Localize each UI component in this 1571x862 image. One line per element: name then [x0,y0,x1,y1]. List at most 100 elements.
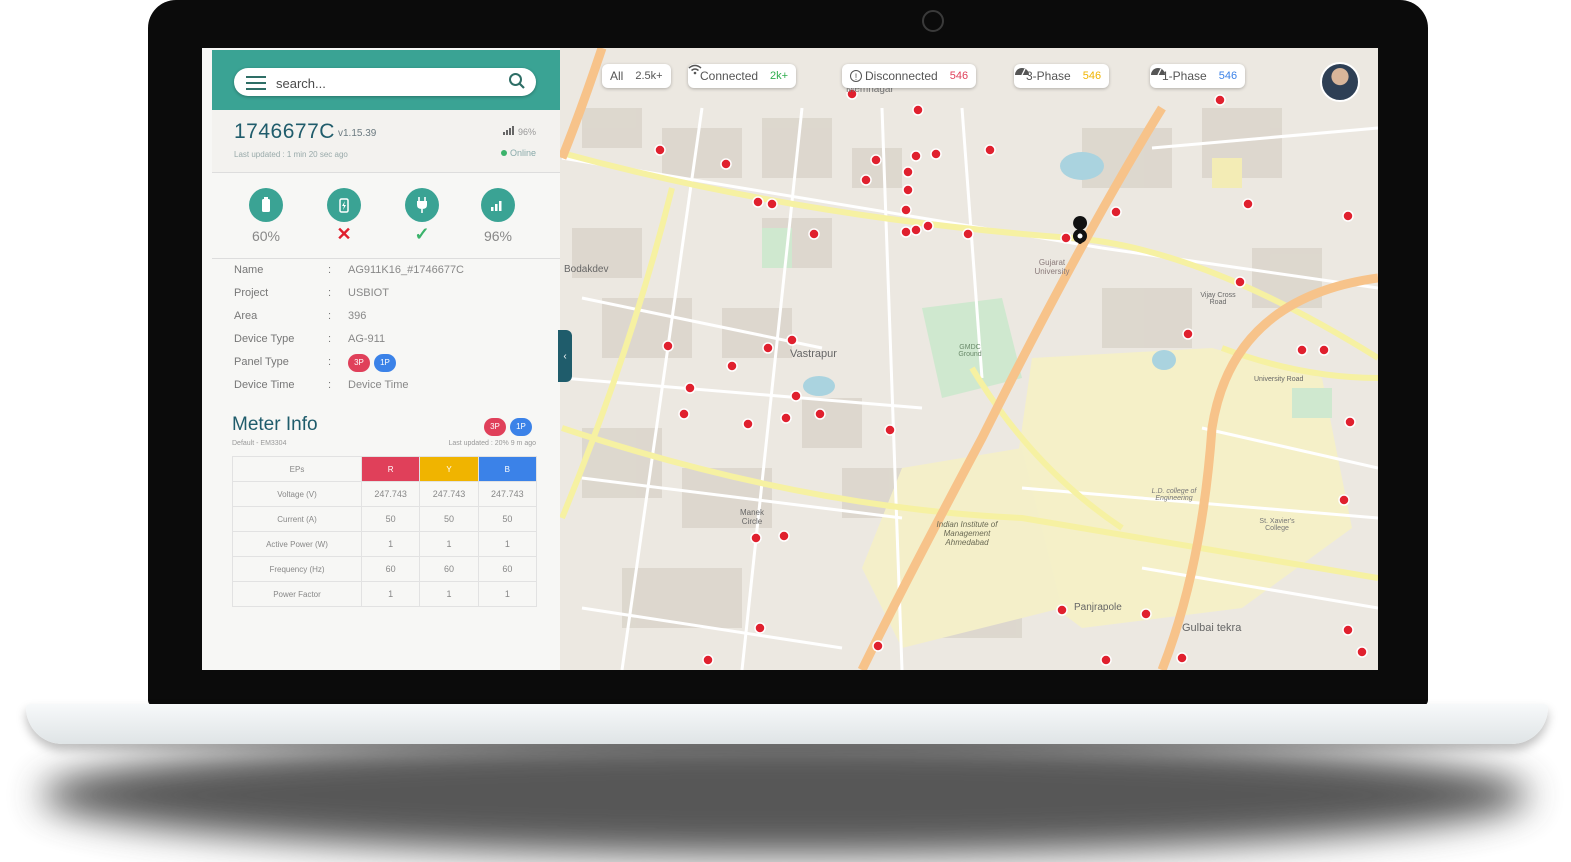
pill-1p[interactable]: 1P [374,354,396,372]
chevron-left-icon: ‹ [563,350,567,362]
search-icon[interactable] [508,72,526,95]
power-value: ✓ [414,224,430,244]
table-cell: 1 [360,531,421,557]
charging-stat: ✕ [314,188,374,245]
signal-bars-icon [503,126,515,135]
detail-value: AG911K16_#1746677C [348,264,465,276]
detail-key: Device Time [234,379,295,391]
search-input[interactable] [274,72,498,94]
laptop-base [26,704,1548,744]
table-row: Active Power (W) 1 1 1 [232,531,538,557]
battery-value: 60% [251,228,281,244]
meter-table: EPs R Y B Voltage (V) 247.743 247.743 247.7… [232,456,538,607]
signal-icon [481,188,515,222]
header-cell-b: B [477,456,538,482]
detail-key: Name [234,264,264,276]
filter-all[interactable]: All 2.5k+ [602,64,671,88]
map-label: L.D. college of Engineering [1151,488,1197,502]
table-row: Power Factor 1 1 1 [232,581,538,607]
signal-percent: 96% [483,228,513,244]
map-label: Vijay Cross Road [1200,292,1236,306]
battery-stat: 60% [236,188,296,244]
table-cell: Power Factor [232,581,362,607]
table-cell: 1 [360,581,421,607]
table-cell: Active Power (W) [232,531,362,557]
table-header: EPs R Y B [232,456,538,482]
meter-info-title: Meter Info [232,414,318,435]
table-cell: Frequency (Hz) [232,556,362,582]
signal-value: 96% [517,127,536,137]
map-label: Indian Institute of Management Ahmedabad [936,520,998,547]
meter-pill-1p[interactable]: 1P [510,418,532,436]
search-bar [234,68,536,96]
filter-connected[interactable]: Connected 2k+ [688,64,797,88]
detail-key: Area [234,310,258,322]
table-row: Frequency (Hz) 60 60 60 [232,556,538,582]
plug-icon [405,188,439,222]
online-status: Online [501,148,536,158]
meter-last-updated: Last updated : 20% 9 m ago [448,440,536,447]
meter-phase-pills: 3P 1P [484,416,536,436]
table-cell: 247.743 [477,481,538,507]
collapse-panel-button[interactable]: ‹ [558,330,572,382]
menu-icon[interactable] [246,76,266,94]
map-label: Gulbai tekra [1182,622,1242,634]
filter-count: 2.5k+ [635,70,663,82]
map-label: Panjrapole [1074,602,1122,613]
filter-count: 2k+ [770,70,789,82]
map-label: St. Xavier's College [1259,518,1295,532]
detail-key: Device Type [234,333,295,345]
filter-count: 546 [1082,70,1102,82]
map-label: Vastrapur [790,348,837,360]
camera [922,10,944,32]
filter-1-phase[interactable]: 1-Phase 546 [1150,64,1246,88]
map-label: Bodakdev [564,264,609,275]
detail-value: AG-911 [348,333,386,345]
header-cell: EPs [232,456,362,482]
map-label: GMDC Ground [958,344,982,358]
table-cell: 60 [360,556,421,582]
table-cell: 60 [419,556,479,582]
panel-type-pills: 3P 1P [348,354,400,372]
table-cell: 50 [360,506,421,532]
table-cell: 50 [477,506,538,532]
table-cell: 60 [477,556,538,582]
table-row: Current (A) 50 50 50 [232,506,538,532]
detail-value: 396 [348,310,367,322]
filter-label: Disconnected [865,69,938,83]
table-cell: 247.743 [360,481,421,507]
filter-count: 546 [949,70,969,82]
table-cell: 247.743 [419,481,479,507]
device-id: 1746677C [234,120,335,143]
table-cell: 1 [419,581,479,607]
laptop-shadow [40,735,1530,855]
filter-3-phase[interactable]: 3-Phase 546 [1014,64,1110,88]
signal-strength: 96% [503,126,536,137]
filter-label: 3-Phase [1026,69,1071,83]
table-cell: Current (A) [232,506,362,532]
device-version: v1.15.39 [338,128,377,139]
filter-disconnected[interactable]: ! Disconnected 546 [842,64,977,88]
table-cell: Voltage (V) [232,481,362,507]
header-cell-y: Y [419,456,479,482]
info-icon: ! [850,70,862,82]
detail-key: Project [234,287,269,299]
header-cell-r: R [360,456,421,482]
pill-3p[interactable]: 3P [348,354,370,372]
signal-stat: 96% [468,188,528,244]
battery-icon [249,188,283,222]
table-cell: 50 [419,506,479,532]
meter-subtitle: Default - EM3304 [232,440,287,447]
avatar[interactable] [1320,62,1360,102]
meter-pill-3p[interactable]: 3P [484,418,506,436]
detail-value: Device Time [348,379,409,391]
table-cell: 1 [477,581,538,607]
app-screen: Bodakdev Vastrapur Gujarat University GM… [202,48,1378,670]
device-last-updated: Last updated : 1 min 20 sec ago [234,150,348,159]
charging-value: ✕ [336,224,352,244]
filter-label: All [610,69,624,83]
detail-value: USBIOT [348,287,389,299]
map-label: Manek Circle [739,508,764,526]
status-icons: 60% ✕ ✓ 96% [212,172,560,259]
filter-count: 546 [1218,70,1238,82]
